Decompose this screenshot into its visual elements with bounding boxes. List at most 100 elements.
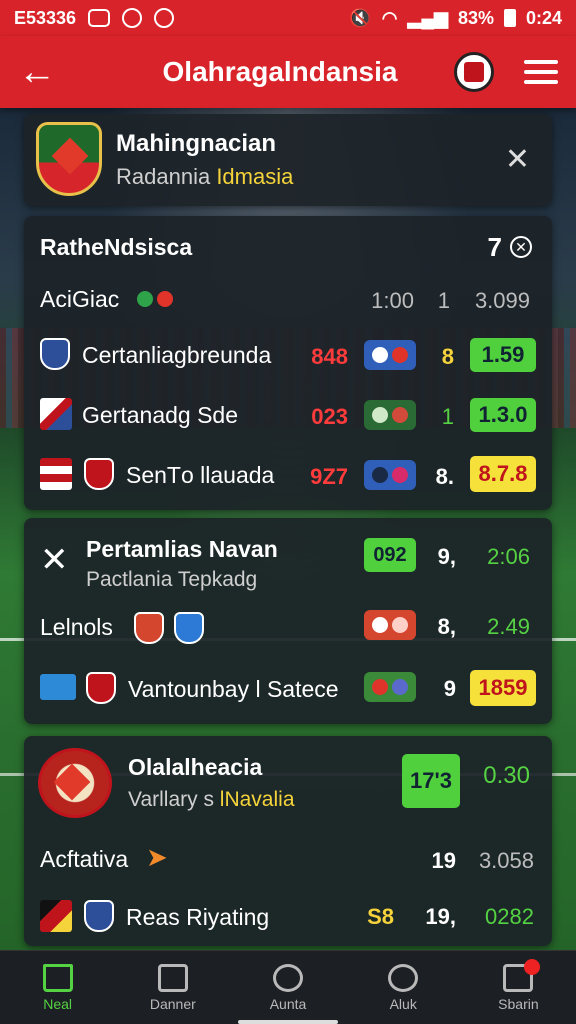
match-card: ✕ Pertamlias Navan Pactlania Tepkadg 092… [24, 518, 552, 724]
league-card: RatheNdsisca 7 ✕ AciGiac 1:00 1 3.099 Ce… [24, 216, 552, 510]
team-flag-icon [40, 900, 72, 932]
team-shield-icon [174, 612, 204, 644]
nav-label: Aunta [269, 995, 307, 1012]
home-indicator [238, 1020, 338, 1024]
flame-icon: ➤ [146, 842, 168, 872]
team-shield-icon [134, 612, 164, 644]
club-logo-icon[interactable] [454, 52, 494, 92]
match-odds[interactable]: 2.49 [470, 614, 530, 640]
nav-label: Aluk [389, 995, 417, 1012]
team-shield-icon [84, 900, 114, 932]
match-card-subtitle: Varllary s lNavalia [128, 788, 295, 812]
odds-button[interactable]: 1859 [470, 670, 536, 706]
match-mid: 9, [437, 544, 456, 569]
back-arrow-icon[interactable]: ← [18, 53, 66, 91]
nav-search[interactable]: Aluk [346, 951, 461, 1024]
league-count: 7 [487, 232, 502, 262]
team-flag-icon [40, 674, 76, 700]
match-label: Acftativa [40, 846, 129, 872]
chat-icon [503, 958, 541, 992]
bottom-nav: Neal Danner Aunta Aluk Sbarin [0, 950, 576, 1024]
close-icon[interactable]: ✕ [505, 142, 530, 177]
match-card-subtitle-b: lNavalia [219, 788, 295, 811]
team-shield-icon [84, 458, 114, 490]
time-badge[interactable]: 17'3 [402, 754, 460, 808]
match-mid: 19, [425, 904, 456, 929]
odds-button[interactable]: 8.7.8 [470, 456, 536, 492]
app-bar: ← Olahragalndansia [0, 36, 576, 108]
team-flag-icon [40, 458, 72, 490]
score-badge[interactable]: 092 [364, 538, 416, 572]
header-card[interactable]: Mahingnacian Radannia Idmasia ✕ [24, 114, 552, 206]
match-card-subtitle: Pactlania Tepkadg [86, 568, 258, 591]
match-mid: 19 [431, 848, 456, 873]
match-team: Certanliagbreunda [82, 342, 272, 368]
battery-percent: 83% [457, 7, 494, 28]
menu-icon[interactable] [524, 60, 558, 84]
summary-n: 1 [437, 288, 450, 313]
match-mid: 8, [437, 614, 456, 639]
status-time-left: E53336 [14, 7, 77, 28]
summary-odds: 3.099 [474, 288, 530, 313]
team-shield-icon [40, 338, 70, 370]
league-title: RatheNdsisca [40, 234, 193, 260]
settings-icon [122, 8, 143, 28]
header-card-title: Mahingnacian [116, 130, 277, 157]
nav-home[interactable]: Neal [0, 951, 115, 1024]
header-card-subtitle-a: Radannia [116, 164, 217, 189]
club-crest-icon [38, 748, 112, 818]
mute-icon: 🔇 [349, 7, 372, 28]
match-card: Olalalheacia Varllary s lNavalia 17'3 0.… [24, 736, 552, 946]
battery-icon [503, 9, 516, 27]
odds-button[interactable]: 1.3.0 [470, 398, 536, 432]
match-left-score: S8 [367, 904, 394, 929]
odds-button[interactable]: 1.59 [470, 338, 536, 372]
match-score: 9Z7 [310, 464, 348, 489]
summary-label: AciGiac [40, 286, 120, 312]
match-team-icons [364, 340, 416, 370]
cross-icon: ✕ [40, 541, 69, 579]
match-mid: 8. [435, 464, 454, 489]
wifi-icon: ◠ [381, 7, 398, 28]
header-card-subtitle: Radannia Idmasia [116, 164, 293, 190]
match-team-icons [364, 610, 416, 640]
match-odds[interactable]: 2:06 [470, 544, 530, 570]
match-team: Vantounbay l Satece [128, 676, 339, 702]
app-title: Olahragalndansia [162, 56, 398, 87]
clock-icon [273, 963, 303, 992]
nav-label: Neal [43, 995, 72, 1012]
home-icon [42, 963, 73, 992]
match-card-title: Pertamlias Navan [86, 536, 278, 562]
nav-chat[interactable]: Sbarin [461, 951, 576, 1024]
status-clock: 0:24 [525, 7, 562, 28]
calendar-icon [157, 963, 188, 992]
match-score: 848 [311, 344, 348, 369]
camera-icon [88, 9, 111, 27]
match-team: Gertanadg Sde [82, 402, 239, 428]
close-circle-icon[interactable]: ✕ [510, 236, 532, 258]
team-crest-icon [36, 122, 102, 196]
message-icon [154, 8, 175, 28]
match-score: 023 [311, 404, 348, 429]
match-team: SenТo llauada [126, 462, 275, 488]
match-odds[interactable]: 3.058 [470, 848, 534, 874]
match-mid: 8 [441, 344, 454, 369]
match-team-icons [364, 400, 416, 430]
match-card-title: Olalalheacia [128, 754, 263, 780]
match-team-icons [364, 460, 416, 490]
match-mid: 9 [443, 676, 456, 701]
team-shield-icon [86, 672, 116, 704]
team-flag-icon [40, 398, 72, 430]
search-icon [388, 963, 419, 992]
nav-calendar[interactable]: Danner [115, 951, 230, 1024]
nav-label: Sbarin [498, 995, 539, 1012]
match-team: Reas Riyating [126, 904, 270, 930]
signal-icon: ▂▄▆ [407, 7, 448, 28]
nav-clock[interactable]: Aunta [230, 951, 345, 1024]
summary-team-icons [132, 284, 178, 314]
match-odds[interactable]: 0.30 [470, 762, 530, 790]
match-team-icons [364, 672, 416, 702]
nav-label: Danner [149, 995, 196, 1012]
match-odds[interactable]: 0282 [470, 904, 534, 930]
match-mid: 1 [441, 404, 454, 429]
